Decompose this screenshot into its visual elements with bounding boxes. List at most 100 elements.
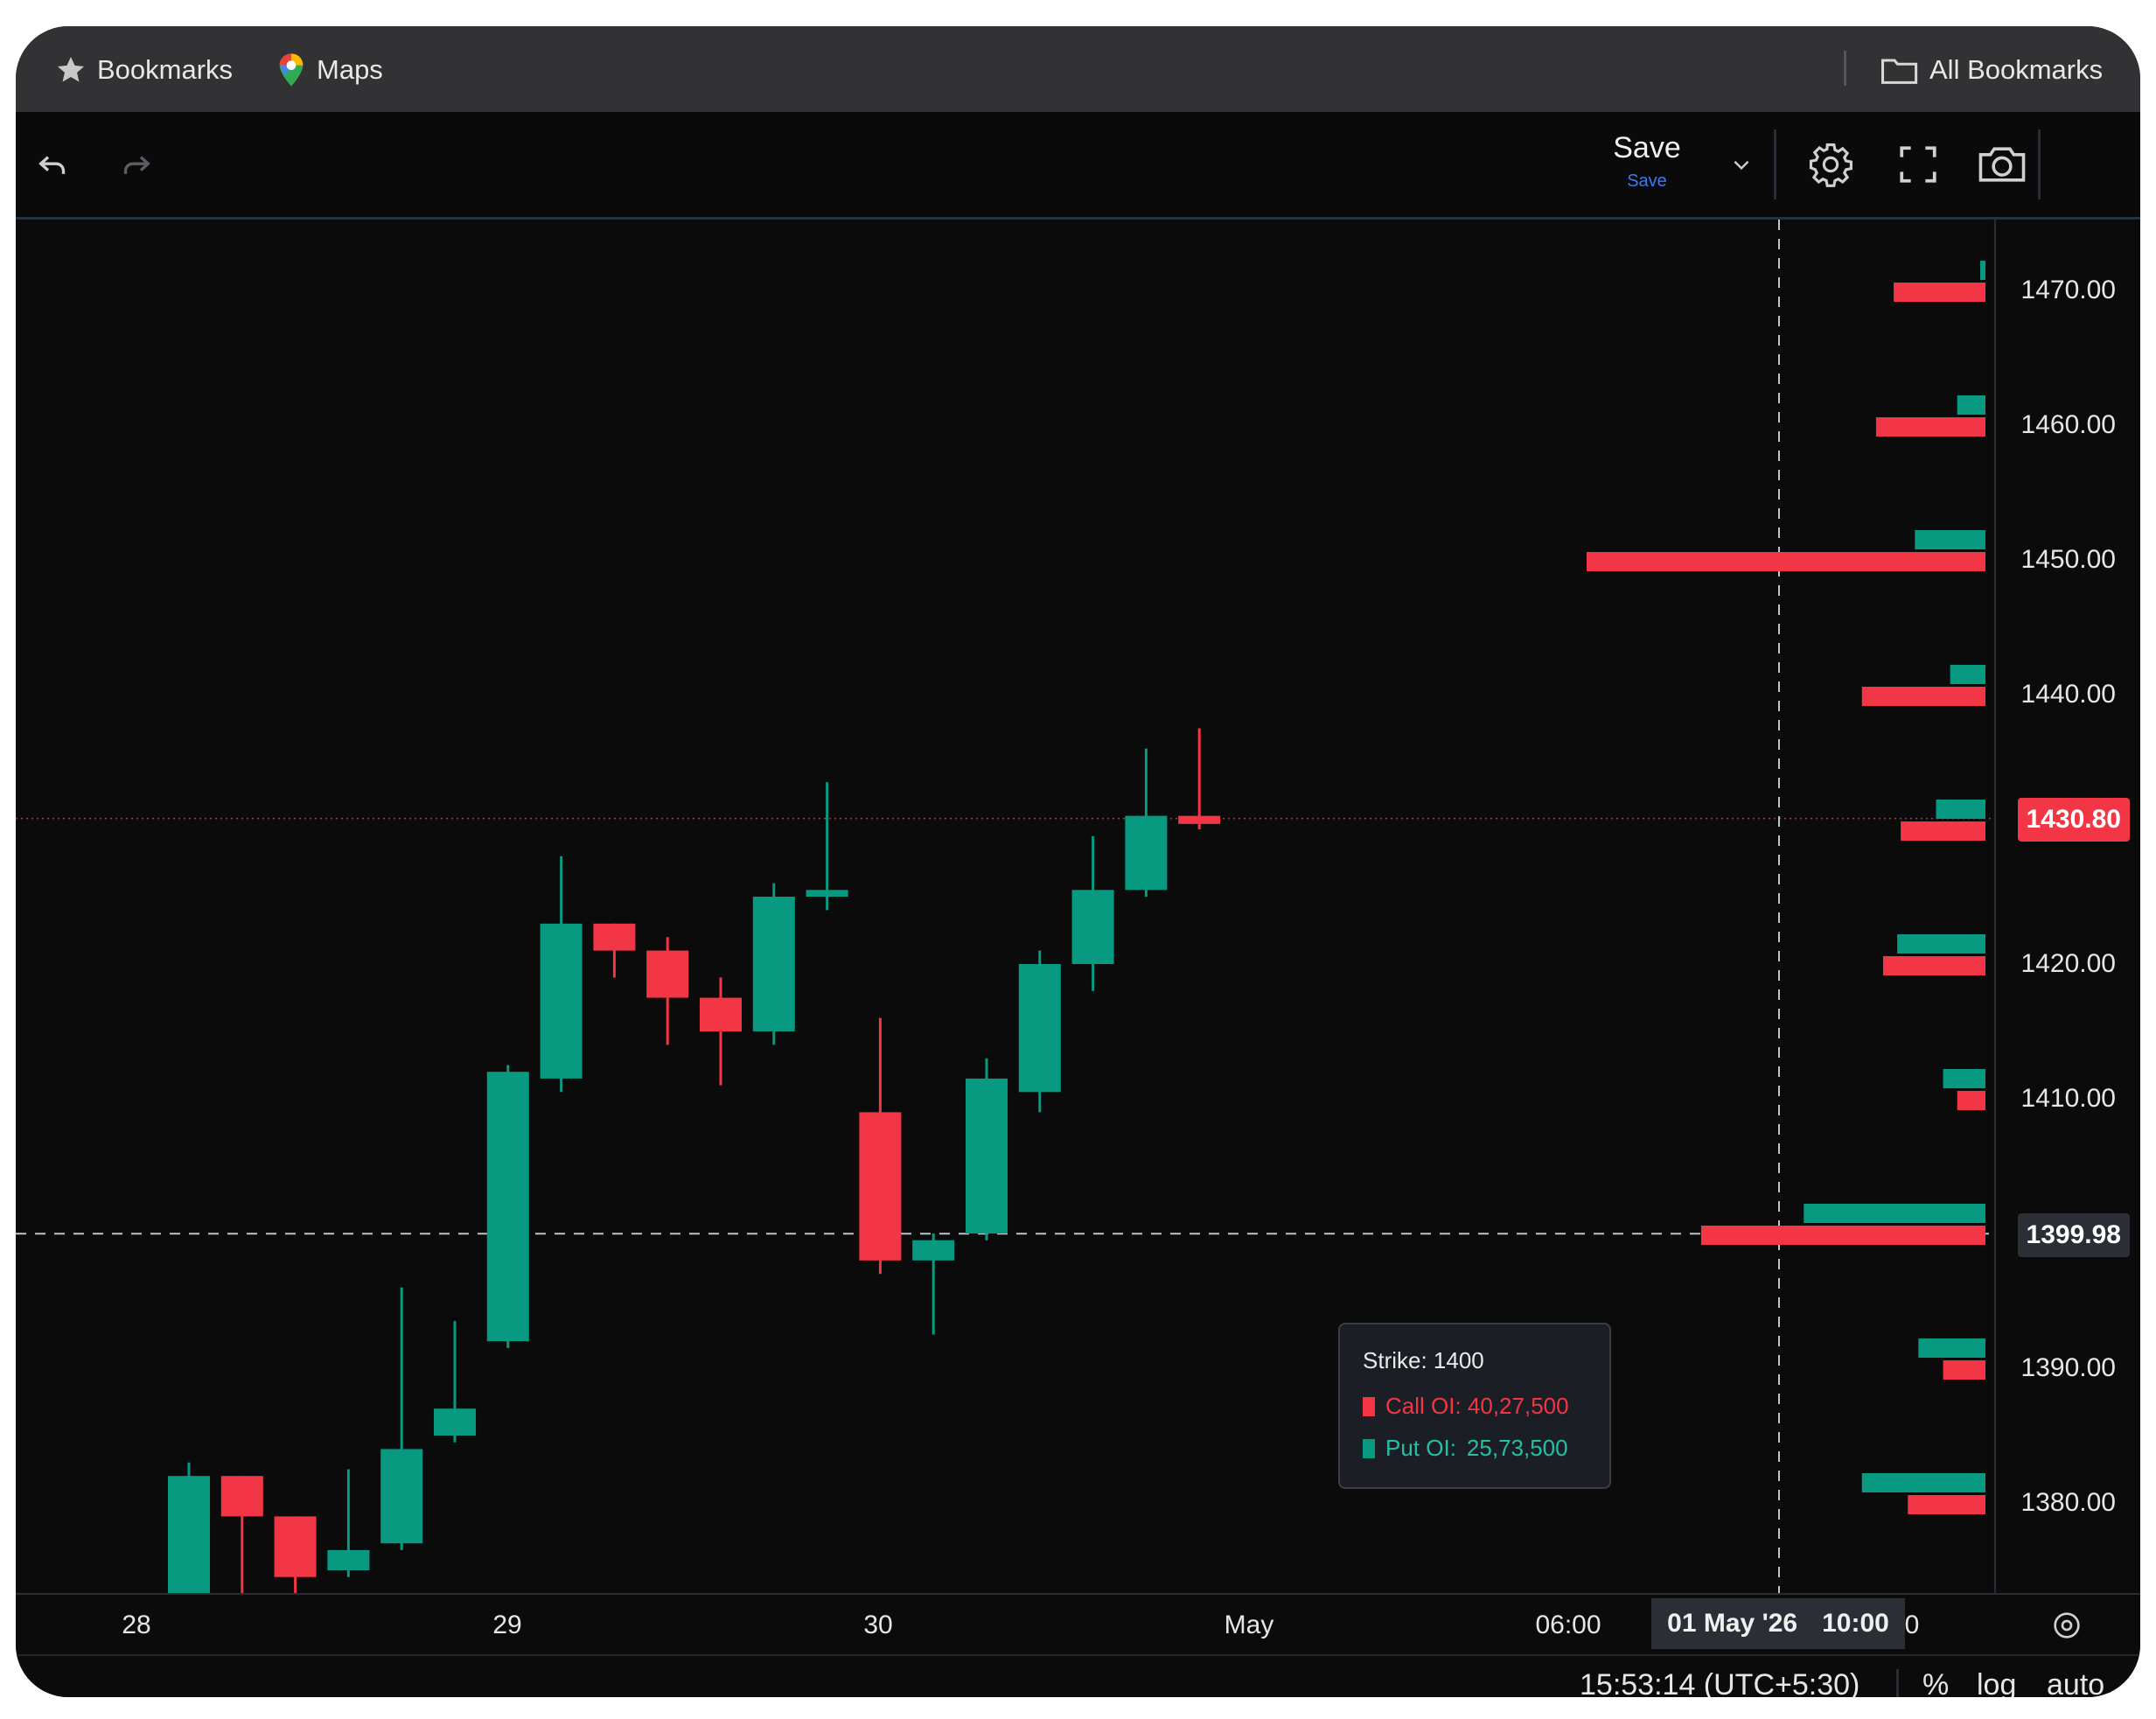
put-oi-bar [1918, 1338, 1985, 1358]
redo-icon [123, 156, 150, 174]
call-swatch [1363, 1396, 1375, 1416]
toolbar-divider [1774, 129, 1776, 199]
put-swatch [1363, 1438, 1375, 1458]
folder-icon [1881, 59, 1918, 84]
save-dropdown-button[interactable] [1720, 138, 1763, 191]
chart-settings-button[interactable] [2045, 1604, 2089, 1647]
maps-bookmark[interactable]: Maps [276, 51, 383, 89]
tooltip-put-row: Put OI: 25,73,500 [1363, 1435, 1568, 1462]
bookmarks-bar: Bookmarks Maps All Bookmarks [16, 26, 2140, 112]
chart-toolbar: Save Save [16, 112, 2140, 220]
time-label: 29 [492, 1611, 522, 1639]
time-label-clipped: 0 [1904, 1611, 1920, 1639]
price-label: 1470.00 [2020, 276, 2116, 304]
redo-button[interactable] [110, 138, 163, 191]
call-oi-bar [1908, 1495, 1985, 1514]
put-oi-bar [1936, 800, 1985, 819]
crosshair-time: 10:00 [1822, 1609, 1889, 1638]
candle-bullish [1125, 815, 1168, 891]
candle-bearish [274, 1516, 317, 1577]
call-oi-bar [1882, 956, 1985, 975]
call-oi-bar [1861, 687, 1985, 706]
auto-toggle[interactable]: auto [2047, 1668, 2104, 1697]
current-price-tag: 1430.80 [2017, 798, 2130, 842]
undo-button[interactable] [26, 138, 79, 191]
camera-icon [1978, 147, 2026, 182]
candle-bullish [486, 1072, 529, 1342]
call-oi-bar [1875, 417, 1985, 437]
screenshot-button[interactable] [1971, 134, 2033, 195]
put-oi-bar [1915, 530, 1985, 549]
price-label: 1390.00 [2020, 1353, 2116, 1382]
tooltip-strike: Strike: 1400 [1363, 1347, 1484, 1373]
candle-bullish [752, 897, 795, 1031]
app-window: Bookmarks Maps All Bookmarks Save Save S… [16, 26, 2140, 1697]
chevron-down-icon [1734, 160, 1749, 171]
time-label: 30 [863, 1611, 893, 1639]
put-oi-bar [1957, 395, 1985, 415]
toolbar-divider-right [2038, 129, 2041, 199]
candle-bullish [806, 890, 848, 897]
clock: 15:53:14 (UTC+5:30) [1580, 1668, 1860, 1697]
put-oi-bar [1897, 934, 1985, 954]
price-label: 1420.00 [2020, 949, 2116, 978]
crosshair-time-tag: 01 May '26 10:00 [1651, 1598, 1905, 1649]
time-label: 06:00 [1535, 1611, 1601, 1639]
candle-bearish [646, 950, 689, 998]
put-oi-bar [1950, 665, 1985, 684]
candle-bullish [1071, 890, 1114, 964]
time-label: 28 [122, 1611, 151, 1639]
call-oi-bar [1957, 1091, 1985, 1110]
chart-pane[interactable]: Strike: 1400 Call OI: 40,27,500 Put OI: … [16, 220, 1992, 1593]
bookmarks-label: Bookmarks [97, 54, 234, 85]
candle-bearish [859, 1112, 902, 1261]
price-label: 1410.00 [2020, 1084, 2116, 1113]
candle-bullish [912, 1240, 955, 1261]
price-axis[interactable]: 1470.00 1460.00 1450.00 1440.00 1420.00 … [1994, 220, 2140, 1593]
price-label: 1450.00 [2020, 545, 2116, 574]
bookmarks-divider [1844, 51, 1846, 86]
candle-bearish [593, 923, 636, 951]
all-bookmarks-button[interactable]: All Bookmarks [1880, 51, 2103, 89]
time-axis[interactable]: 28 29 30 May 06:00 01 May '26 10:00 0 [16, 1593, 2140, 1656]
maps-pin-icon [279, 53, 304, 87]
call-oi-bar [1901, 821, 1985, 841]
time-label: May [1224, 1611, 1274, 1639]
bookmarks-folder[interactable]: Bookmarks [55, 51, 233, 89]
candle-bearish [700, 997, 742, 1031]
tooltip-put-label: Put OI: [1385, 1435, 1456, 1461]
undo-icon [38, 156, 66, 174]
status-divider [1896, 1669, 1899, 1697]
oi-tooltip: Strike: 1400 Call OI: 40,27,500 Put OI: … [1338, 1323, 1611, 1489]
fullscreen-button[interactable] [1887, 134, 1949, 195]
put-oi-bar [1804, 1204, 1985, 1223]
put-oi-bar [1943, 1069, 1985, 1088]
put-oi-bar [1861, 1473, 1985, 1492]
put-oi-bar [1980, 261, 1985, 280]
call-oi-bar [1943, 1360, 1985, 1380]
all-bookmarks-label: All Bookmarks [1929, 54, 2104, 85]
candle-bullish [1018, 964, 1061, 1093]
save-sublabel: Save [1627, 171, 1667, 191]
call-oi-bar [1587, 552, 1985, 571]
target-icon [2054, 1612, 2080, 1639]
star-icon [58, 57, 84, 82]
candle-bullish [540, 923, 583, 1079]
tooltip-call-oi: Call OI: 40,27,500 [1385, 1393, 1569, 1419]
gear-icon [1809, 143, 1852, 187]
percent-toggle[interactable]: % [1922, 1668, 1949, 1697]
candle-bullish [434, 1408, 476, 1436]
crosshair-price-tag: 1399.98 [2017, 1213, 2130, 1257]
price-label: 1460.00 [2020, 410, 2116, 439]
candle-bullish [380, 1449, 423, 1544]
crosshair-date: 01 May '26 [1667, 1609, 1798, 1638]
price-label: 1440.00 [2020, 680, 2116, 709]
price-label: 1380.00 [2020, 1488, 2116, 1517]
maps-label: Maps [317, 54, 383, 85]
status-bar: 15:53:14 (UTC+5:30) % log auto [16, 1654, 2140, 1697]
settings-button[interactable] [1800, 134, 1861, 195]
candle-bearish [220, 1476, 263, 1517]
candle-bullish [168, 1476, 210, 1593]
candlestick-chart [16, 220, 1992, 1593]
log-toggle[interactable]: log [1977, 1668, 2016, 1697]
